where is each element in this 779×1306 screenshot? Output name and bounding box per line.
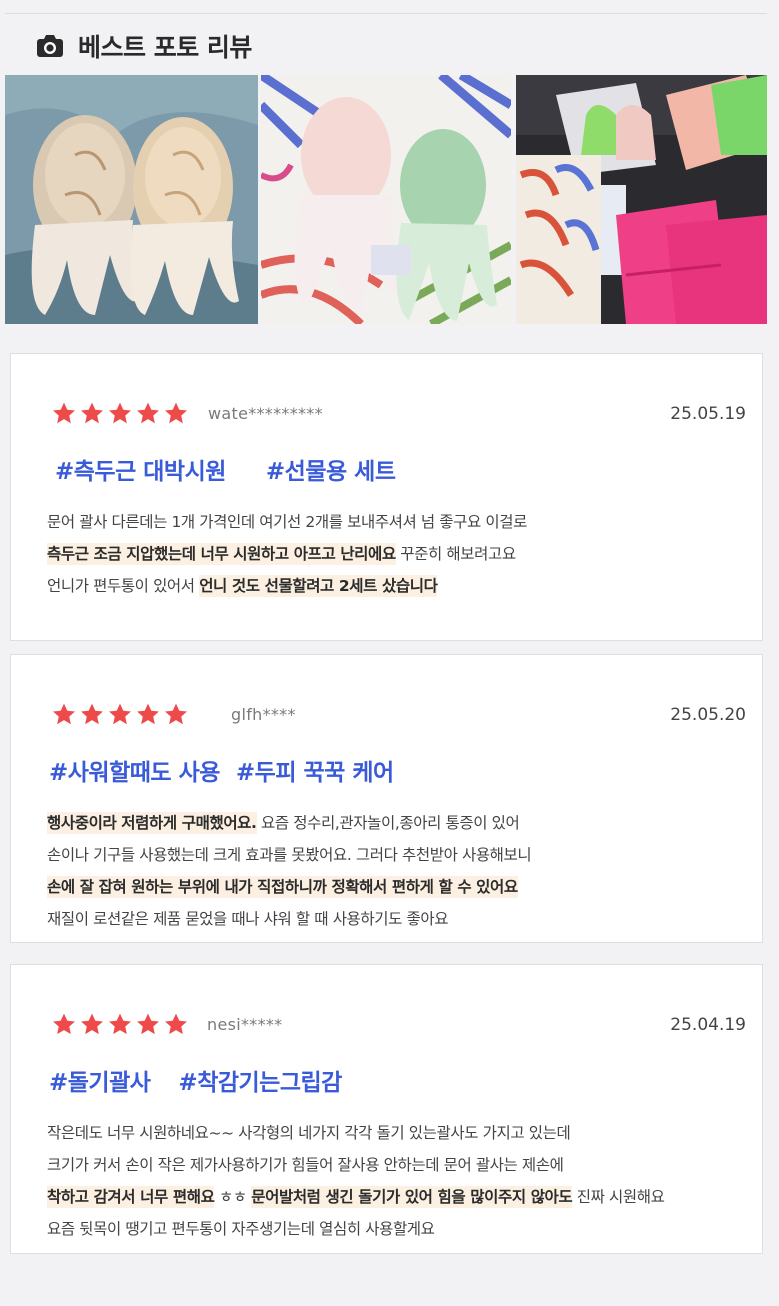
review-text: ㅎㅎ [214, 1188, 252, 1206]
review-card: wate********* 25.05.19 #측두근 대박시원 #선물용 세트… [10, 353, 763, 641]
star-icon [81, 402, 103, 424]
photo-two-amber-massagers [5, 75, 258, 324]
star-icon [81, 1013, 103, 1035]
review-text: 요즘 정수리,관자놀이,종아리 통증이 있어 [256, 814, 520, 832]
review-line: 행사중이라 저렴하게 구매했어요. 요즘 정수리,관자놀이,종아리 통증이 있어 [47, 807, 747, 839]
review-body: 행사중이라 저렴하게 구매했어요. 요즘 정수리,관자놀이,종아리 통증이 있어… [47, 807, 747, 935]
review-tags: #사워할때도 사용 #두피 꾹꾹 케어 [49, 753, 394, 787]
review-body: 문어 괄사 다른데는 1개 가격인데 여기선 2개를 보내주셔셔 넘 좋구요 이… [47, 506, 747, 602]
review-date: 25.05.20 [670, 705, 746, 725]
review-line: 측두근 조금 지압했는데 너무 시원하고 아프고 난리에요 꾸준히 해보려고요 [47, 538, 747, 570]
review-tag: #선물용 세트 [265, 459, 396, 485]
review-text: 문어 괄사 다른데는 1개 가격인데 여기선 2개를 보내주셔셔 넘 좋구요 이… [47, 513, 527, 531]
review-photo-3[interactable] [516, 75, 767, 324]
review-highlight: 착하고 감겨서 너무 편해요 [47, 1186, 215, 1208]
reviewer-id: glfh**** [231, 705, 296, 724]
review-text: 크기가 커서 손이 작은 제가사용하기가 힘들어 잘사용 안하는데 문어 괄사는… [47, 1156, 564, 1174]
review-line: 손이나 기구들 사용했는데 크게 효과를 못봤어요. 그러다 추천받아 사용해보… [47, 839, 747, 871]
review-line: 손에 잘 잡혀 원하는 부위에 내가 직접하니까 정확해서 편하게 할 수 있어… [47, 871, 747, 903]
review-date: 25.04.19 [670, 1015, 746, 1035]
section-title: 베스트 포토 리뷰 [78, 33, 252, 62]
review-tags: #돌기괄사 #착감기는그립감 [49, 1063, 342, 1097]
star-icon [53, 703, 75, 725]
star-rating [51, 1012, 189, 1037]
review-text: 손이나 기구들 사용했는데 크게 효과를 못봤어요. 그러다 추천받아 사용해보… [47, 846, 532, 864]
review-photo-1[interactable] [5, 75, 258, 324]
review-line: 작은데도 너무 시원하네요~~ 사각형의 네가지 각각 돌기 있는괄사도 가지고… [47, 1117, 747, 1149]
review-date: 25.05.19 [670, 404, 746, 424]
review-line: 크기가 커서 손이 작은 제가사용하기가 힘들어 잘사용 안하는데 문어 괄사는… [47, 1149, 747, 1181]
camera-icon [37, 35, 63, 57]
star-rating [51, 401, 189, 426]
section-header: 베스트 포토 리뷰 [36, 30, 252, 62]
review-text: 꾸준히 해보려고요 [395, 545, 516, 563]
star-icon [109, 703, 131, 725]
review-highlight: 언니 것도 선물할려고 2세트 샀습니다 [199, 575, 438, 597]
star-icon [137, 703, 159, 725]
review-tag: #두피 꾹꾹 케어 [235, 760, 394, 786]
review-card: glfh**** 25.05.20 #사워할때도 사용 #두피 꾹꾹 케어 행사… [10, 654, 763, 943]
review-line: 착하고 감겨서 너무 편해요 ㅎㅎ 문어발처럼 생긴 돌기가 있어 힘을 많이주… [47, 1181, 747, 1213]
review-highlight: 손에 잘 잡혀 원하는 부위에 내가 직접하니까 정확해서 편하게 할 수 있어… [47, 876, 518, 898]
star-icon [81, 703, 103, 725]
reviewer-id: nesi***** [207, 1015, 283, 1034]
star-icon [165, 402, 187, 424]
star-rating [51, 702, 189, 727]
best-photo-review-section: 베스트 포토 리뷰 [0, 0, 779, 330]
review-text: 재질이 로션같은 제품 묻었을 때나 샤워 할 때 사용하기도 좋아요 [47, 910, 449, 928]
photo-white-and-green-massagers [261, 75, 511, 324]
review-highlight: 행사중이라 저렴하게 구매했어요. [47, 812, 257, 834]
top-divider [5, 13, 767, 14]
star-icon [165, 1013, 187, 1035]
review-tag: #사워할때도 사용 [49, 760, 220, 786]
review-line: 문어 괄사 다른데는 1개 가격인데 여기선 2개를 보내주셔셔 넘 좋구요 이… [47, 506, 747, 538]
review-highlight: 측두근 조금 지압했는데 너무 시원하고 아프고 난리에요 [47, 543, 396, 565]
review-text: 언니가 편두통이 있어서 [47, 577, 200, 595]
star-icon [137, 1013, 159, 1035]
review-line: 요즘 뒷목이 땡기고 편두통이 자주생기는데 열심히 사용할게요 [47, 1213, 747, 1245]
review-highlight: 문어발처럼 생긴 돌기가 있어 힘을 많이주지 않아도 [251, 1186, 573, 1208]
review-tag: #돌기괄사 [49, 1070, 151, 1096]
reviewer-id: wate********* [208, 404, 323, 423]
star-icon [137, 402, 159, 424]
review-body: 작은데도 너무 시원하네요~~ 사각형의 네가지 각각 돌기 있는괄사도 가지고… [47, 1117, 747, 1245]
photo-set-with-pouches [516, 75, 767, 324]
star-icon [165, 703, 187, 725]
star-icon [109, 1013, 131, 1035]
review-card: nesi***** 25.04.19 #돌기괄사 #착감기는그립감 작은데도 너… [10, 964, 763, 1254]
review-text: 요즘 뒷목이 땡기고 편두통이 자주생기는데 열심히 사용할게요 [47, 1220, 435, 1238]
star-icon [109, 402, 131, 424]
review-line: 재질이 로션같은 제품 묻었을 때나 샤워 할 때 사용하기도 좋아요 [47, 903, 747, 935]
review-text: 진짜 시원해요 [572, 1188, 665, 1206]
review-tags: #측두근 대박시원 #선물용 세트 [55, 452, 396, 486]
review-photo-2[interactable] [261, 75, 511, 324]
review-tag: #측두근 대박시원 [55, 459, 226, 485]
star-icon [53, 1013, 75, 1035]
star-icon [53, 402, 75, 424]
review-line: 언니가 편두통이 있어서 언니 것도 선물할려고 2세트 샀습니다 [47, 570, 747, 602]
review-tag: #착감기는그립감 [178, 1070, 342, 1096]
review-text: 작은데도 너무 시원하네요~~ 사각형의 네가지 각각 돌기 있는괄사도 가지고… [47, 1124, 571, 1142]
